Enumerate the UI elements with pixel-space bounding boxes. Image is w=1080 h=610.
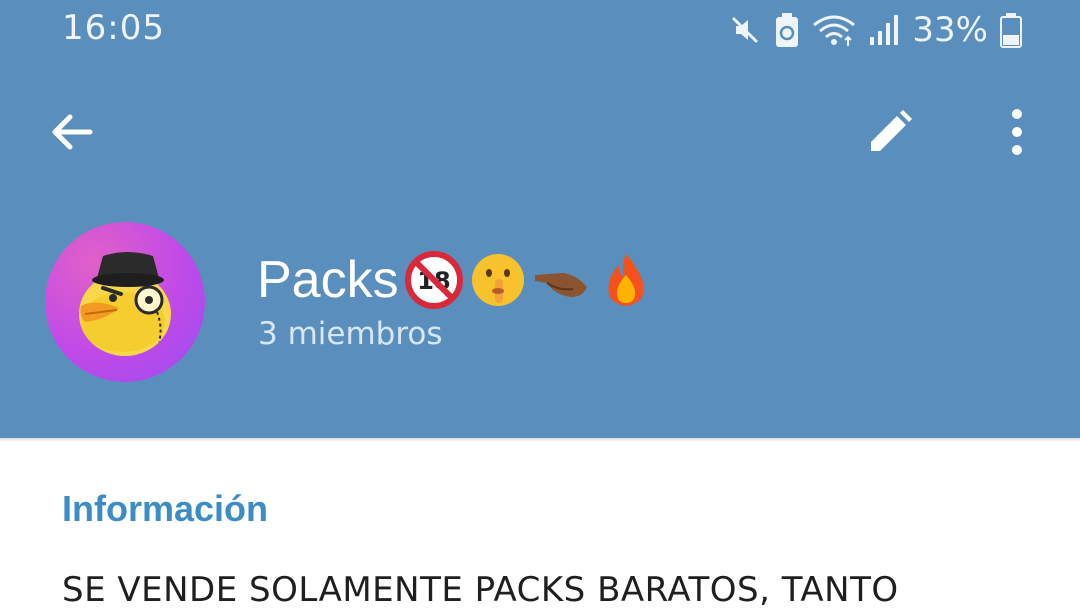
fire-icon [607, 254, 644, 306]
group-avatar[interactable] [45, 222, 205, 382]
signal-icon [870, 15, 899, 45]
pointing-hand-icon [534, 273, 587, 297]
status-bar: 16:05 33% [0, 0, 1080, 60]
mute-icon [732, 16, 759, 44]
more-options-button[interactable] [985, 100, 1049, 164]
info-section-title: Información [62, 488, 269, 529]
pencil-icon [871, 110, 912, 151]
battery-icon [1000, 13, 1022, 48]
back-button[interactable] [40, 100, 104, 164]
member-count: 3 miembros [258, 316, 443, 352]
battery-percent: 33% [912, 10, 988, 50]
edit-button[interactable] [858, 100, 922, 164]
group-description[interactable]: SE VENDE SOLAMENTE PACKS BARATOS, TANTO [62, 570, 899, 610]
status-icons: 33% [728, 10, 1022, 50]
group-name: Packs [257, 251, 399, 309]
no-under-18-icon: 18 [404, 251, 463, 309]
battery-saver-icon [776, 13, 799, 47]
shushing-face-icon [471, 254, 524, 306]
profile-header: 16:05 33% Packs 3 miembros [0, 0, 1080, 438]
arrow-left-icon [52, 114, 93, 150]
status-time: 16:05 [62, 8, 165, 48]
wifi-icon [813, 15, 856, 46]
header-shadow [0, 438, 1080, 442]
duck-avatar-icon [79, 252, 171, 356]
group-title-row: Packs 18 [257, 244, 655, 316]
more-vertical-icon [1012, 109, 1022, 155]
